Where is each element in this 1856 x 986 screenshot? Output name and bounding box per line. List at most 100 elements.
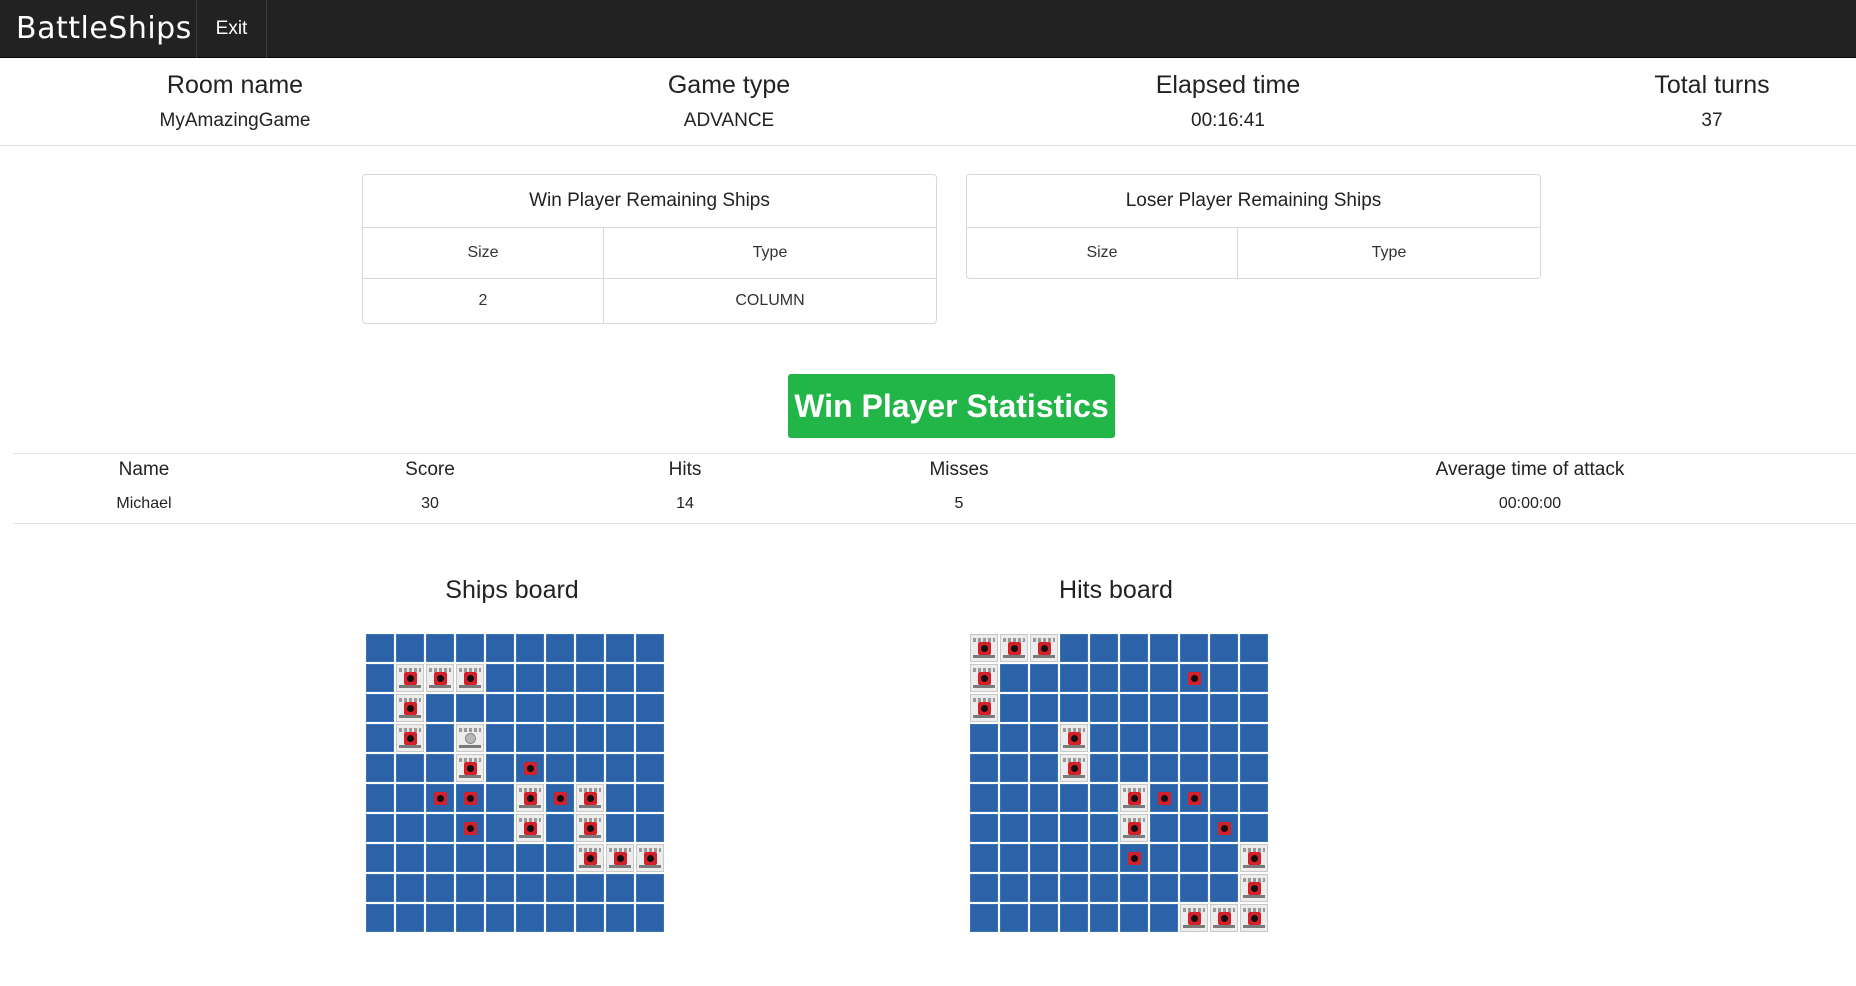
board-cell-water[interactable]	[426, 724, 454, 752]
board-cell-water[interactable]	[1030, 784, 1058, 812]
board-cell-water[interactable]	[636, 874, 664, 902]
board-cell-water[interactable]	[1150, 814, 1178, 842]
board-cell-water[interactable]	[516, 694, 544, 722]
board-cell-water[interactable]	[576, 634, 604, 662]
board-cell-water[interactable]	[516, 904, 544, 932]
board-cell-water[interactable]	[1120, 634, 1148, 662]
board-cell-water[interactable]	[456, 694, 484, 722]
board-cell-water[interactable]	[396, 814, 424, 842]
board-cell-water[interactable]	[606, 904, 634, 932]
board-cell-water[interactable]	[606, 784, 634, 812]
exit-link[interactable]: Exit	[197, 0, 267, 58]
board-cell-ship[interactable]	[516, 814, 544, 842]
board-cell-water[interactable]	[606, 694, 634, 722]
board-cell-water[interactable]	[636, 664, 664, 692]
board-cell-water[interactable]	[970, 724, 998, 752]
board-cell-miss[interactable]	[426, 784, 454, 812]
board-cell-water[interactable]	[486, 874, 514, 902]
board-cell-ship[interactable]	[1060, 754, 1088, 782]
board-cell-water[interactable]	[1090, 814, 1118, 842]
board-cell-water[interactable]	[1120, 694, 1148, 722]
board-cell-water[interactable]	[486, 634, 514, 662]
board-cell-water[interactable]	[1060, 904, 1088, 932]
board-cell-ship[interactable]	[576, 784, 604, 812]
board-cell-water[interactable]	[546, 694, 574, 722]
board-cell-miss[interactable]	[516, 754, 544, 782]
board-cell-miss[interactable]	[1180, 784, 1208, 812]
board-cell-water[interactable]	[366, 724, 394, 752]
board-cell-ship[interactable]	[970, 634, 998, 662]
board-cell-water[interactable]	[606, 634, 634, 662]
board-cell-water[interactable]	[396, 754, 424, 782]
board-cell-ship[interactable]	[1120, 814, 1148, 842]
board-cell-water[interactable]	[1120, 664, 1148, 692]
board-cell-water[interactable]	[1030, 724, 1058, 752]
board-cell-water[interactable]	[516, 664, 544, 692]
board-cell-water[interactable]	[1120, 754, 1148, 782]
board-cell-water[interactable]	[546, 664, 574, 692]
board-cell-water[interactable]	[426, 694, 454, 722]
board-cell-water[interactable]	[1060, 634, 1088, 662]
board-cell-water[interactable]	[606, 664, 634, 692]
board-cell-water[interactable]	[576, 754, 604, 782]
board-cell-water[interactable]	[1090, 754, 1118, 782]
board-cell-water[interactable]	[396, 844, 424, 872]
board-cell-ship[interactable]	[396, 694, 424, 722]
board-cell-water[interactable]	[426, 874, 454, 902]
board-cell-miss[interactable]	[1210, 814, 1238, 842]
board-cell-ship[interactable]	[1180, 904, 1208, 932]
board-cell-water[interactable]	[1210, 724, 1238, 752]
board-cell-water[interactable]	[1210, 634, 1238, 662]
board-cell-water[interactable]	[1150, 904, 1178, 932]
board-cell-water[interactable]	[486, 664, 514, 692]
board-cell-water[interactable]	[1240, 724, 1268, 752]
board-cell-water[interactable]	[1180, 634, 1208, 662]
board-cell-water[interactable]	[1000, 664, 1028, 692]
board-cell-water[interactable]	[1030, 814, 1058, 842]
board-cell-ship[interactable]	[1240, 874, 1268, 902]
board-cell-water[interactable]	[546, 874, 574, 902]
board-cell-water[interactable]	[1240, 784, 1268, 812]
board-cell-water[interactable]	[1090, 784, 1118, 812]
board-cell-ship[interactable]	[576, 814, 604, 842]
board-cell-water[interactable]	[1180, 694, 1208, 722]
board-cell-water[interactable]	[366, 874, 394, 902]
board-cell-water[interactable]	[516, 724, 544, 752]
board-cell-water[interactable]	[1150, 664, 1178, 692]
board-cell-water[interactable]	[1000, 694, 1028, 722]
board-cell-water[interactable]	[546, 844, 574, 872]
board-cell-water[interactable]	[366, 694, 394, 722]
board-cell-water[interactable]	[1000, 724, 1028, 752]
board-cell-water[interactable]	[1000, 904, 1028, 932]
board-cell-water[interactable]	[1000, 784, 1028, 812]
board-cell-ship[interactable]	[970, 694, 998, 722]
board-cell-water[interactable]	[1060, 694, 1088, 722]
board-cell-water[interactable]	[1150, 724, 1178, 752]
board-cell-water[interactable]	[546, 814, 574, 842]
board-cell-water[interactable]	[516, 874, 544, 902]
board-cell-water[interactable]	[1090, 634, 1118, 662]
board-cell-ship[interactable]	[1030, 634, 1058, 662]
board-cell-ship[interactable]	[456, 664, 484, 692]
board-cell-water[interactable]	[636, 904, 664, 932]
board-cell-water[interactable]	[576, 664, 604, 692]
board-cell-water[interactable]	[636, 754, 664, 782]
board-cell-water[interactable]	[1090, 694, 1118, 722]
board-cell-miss[interactable]	[456, 784, 484, 812]
board-cell-ship[interactable]	[1060, 724, 1088, 752]
board-cell-water[interactable]	[1000, 754, 1028, 782]
board-cell-water[interactable]	[486, 844, 514, 872]
board-cell-water[interactable]	[606, 814, 634, 842]
board-cell-water[interactable]	[426, 634, 454, 662]
board-cell-water[interactable]	[546, 904, 574, 932]
board-cell-water[interactable]	[970, 874, 998, 902]
board-cell-ship[interactable]	[606, 844, 634, 872]
board-cell-water[interactable]	[546, 754, 574, 782]
board-cell-water[interactable]	[1240, 814, 1268, 842]
board-cell-water[interactable]	[1240, 664, 1268, 692]
board-cell-water[interactable]	[1120, 904, 1148, 932]
board-cell-water[interactable]	[1210, 754, 1238, 782]
board-cell-water[interactable]	[1030, 844, 1058, 872]
board-cell-water[interactable]	[1120, 874, 1148, 902]
board-cell-water[interactable]	[366, 844, 394, 872]
